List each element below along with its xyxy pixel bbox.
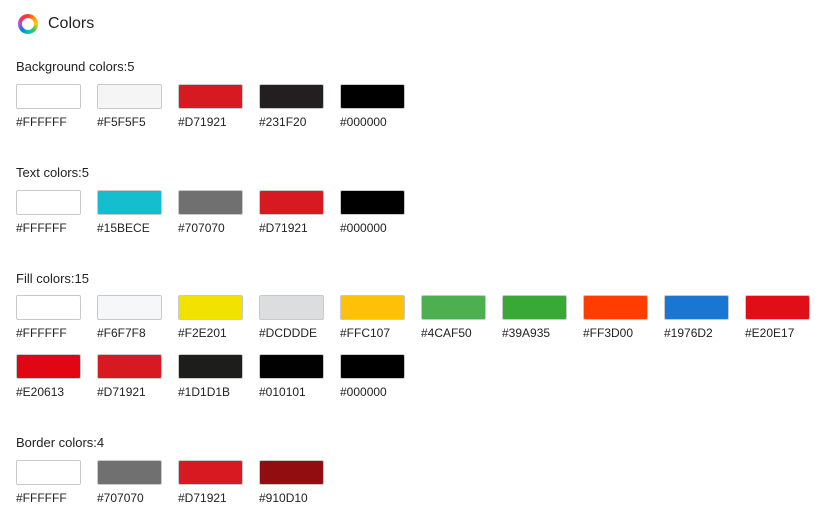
color-swatch-item: #FFFFFF: [16, 295, 81, 340]
color-swatch[interactable]: [178, 84, 243, 109]
color-hex-label: #39A935: [502, 326, 551, 340]
color-hex-label: #4CAF50: [421, 326, 472, 340]
color-hex-label: #000000: [340, 115, 387, 129]
color-swatch-item: #1976D2: [664, 295, 729, 340]
color-swatch[interactable]: [259, 84, 324, 109]
color-hex-label: #000000: [340, 221, 387, 235]
swatch-row-text: #FFFFFF #15BECE #707070 #D71921 #000000: [16, 190, 421, 235]
color-hex-label: #1976D2: [664, 326, 713, 340]
color-swatch[interactable]: [421, 295, 486, 320]
color-hex-label: #000000: [340, 385, 387, 399]
color-swatch[interactable]: [664, 295, 729, 320]
color-swatch-item: #DCDDDE: [259, 295, 324, 340]
color-hex-label: #231F20: [259, 115, 307, 129]
swatch-row-background: #FFFFFF #F5F5F5 #D71921 #231F20 #000000: [16, 84, 421, 129]
color-swatch-item: #1D1D1B: [178, 354, 243, 399]
section-title-text: Text colors:5: [16, 165, 89, 180]
color-swatch-item: #D71921: [259, 190, 324, 235]
color-hex-label: #707070: [97, 491, 144, 505]
color-swatch[interactable]: [340, 190, 405, 215]
swatch-row-fill-1: #FFFFFF #F6F7F8 #F2E201 #DCDDDE #FFC107 …: [16, 295, 810, 340]
color-swatch-item: #FFFFFF: [16, 190, 81, 235]
color-hex-label: #FFFFFF: [16, 326, 67, 340]
color-hex-label: #FFFFFF: [16, 491, 67, 505]
swatch-row-fill-2: #E20613 #D71921 #1D1D1B #010101 #000000: [16, 354, 421, 399]
color-swatch-item: #D71921: [97, 354, 162, 399]
color-swatch-item: #E20613: [16, 354, 81, 399]
color-swatch[interactable]: [745, 295, 810, 320]
color-hex-label: #FFFFFF: [16, 221, 67, 235]
color-swatch[interactable]: [340, 354, 405, 379]
color-hex-label: #E20E17: [745, 326, 795, 340]
page-header: Colors: [18, 14, 94, 34]
color-swatch[interactable]: [259, 460, 324, 485]
color-swatch-item: #910D10: [259, 460, 324, 505]
color-swatch[interactable]: [583, 295, 648, 320]
color-hex-label: #F6F7F8: [97, 326, 146, 340]
color-swatch[interactable]: [178, 190, 243, 215]
color-swatch[interactable]: [16, 354, 81, 379]
color-swatch-item: #D71921: [178, 460, 243, 505]
color-hex-label: #910D10: [259, 491, 308, 505]
color-swatch-item: #000000: [340, 84, 405, 129]
color-swatch-item: #000000: [340, 354, 405, 399]
color-hex-label: #FFFFFF: [16, 115, 67, 129]
color-swatch[interactable]: [97, 84, 162, 109]
color-swatch-item: #F5F5F5: [97, 84, 162, 129]
color-swatch[interactable]: [259, 295, 324, 320]
color-swatch[interactable]: [97, 295, 162, 320]
color-wheel-icon: [18, 14, 38, 34]
color-swatch-item: #FFFFFF: [16, 84, 81, 129]
color-swatch[interactable]: [259, 354, 324, 379]
color-hex-label: #FF3D00: [583, 326, 634, 340]
color-hex-label: #010101: [259, 385, 306, 399]
color-hex-label: #F5F5F5: [97, 115, 146, 129]
color-swatch[interactable]: [340, 84, 405, 109]
color-swatch-item: #707070: [178, 190, 243, 235]
color-hex-label: #DCDDDE: [259, 326, 318, 340]
color-swatch[interactable]: [340, 295, 405, 320]
color-hex-label: #E20613: [16, 385, 65, 399]
color-swatch-item: #FF3D00: [583, 295, 648, 340]
color-swatch[interactable]: [97, 460, 162, 485]
color-hex-label: #1D1D1B: [178, 385, 231, 399]
color-hex-label: #D71921: [97, 385, 146, 399]
color-swatch[interactable]: [16, 460, 81, 485]
color-swatch-item: #F2E201: [178, 295, 243, 340]
color-swatch-item: #4CAF50: [421, 295, 486, 340]
color-swatch[interactable]: [16, 295, 81, 320]
section-title-border: Border colors:4: [16, 435, 105, 450]
color-swatch-item: #39A935: [502, 295, 567, 340]
color-swatch[interactable]: [178, 354, 243, 379]
color-swatch-item: #000000: [340, 190, 405, 235]
color-swatch-item: #FFFFFF: [16, 460, 81, 505]
color-swatch[interactable]: [178, 295, 243, 320]
color-swatch[interactable]: [97, 190, 162, 215]
color-swatch-item: #E20E17: [745, 295, 810, 340]
color-hex-label: #FFC107: [340, 326, 391, 340]
color-hex-label: #707070: [178, 221, 225, 235]
color-swatch-item: #010101: [259, 354, 324, 399]
color-swatch[interactable]: [16, 190, 81, 215]
color-swatch-item: #231F20: [259, 84, 324, 129]
color-swatch-item: #707070: [97, 460, 162, 505]
section-title-fill: Fill colors:15: [16, 271, 89, 286]
color-hex-label: #D71921: [178, 491, 227, 505]
color-swatch[interactable]: [16, 84, 81, 109]
color-swatch[interactable]: [178, 460, 243, 485]
color-hex-label: #F2E201: [178, 326, 227, 340]
color-swatch[interactable]: [259, 190, 324, 215]
color-swatch[interactable]: [502, 295, 567, 320]
color-hex-label: #D71921: [178, 115, 227, 129]
color-hex-label: #15BECE: [97, 221, 150, 235]
color-swatch-item: #D71921: [178, 84, 243, 129]
section-title-background: Background colors:5: [16, 59, 135, 74]
color-swatch-item: #15BECE: [97, 190, 162, 235]
color-swatch-item: #F6F7F8: [97, 295, 162, 340]
page-title: Colors: [48, 15, 95, 32]
swatch-row-border: #FFFFFF #707070 #D71921 #910D10: [16, 460, 340, 505]
color-swatch[interactable]: [97, 354, 162, 379]
color-swatch-item: #FFC107: [340, 295, 405, 340]
color-hex-label: #D71921: [259, 221, 308, 235]
